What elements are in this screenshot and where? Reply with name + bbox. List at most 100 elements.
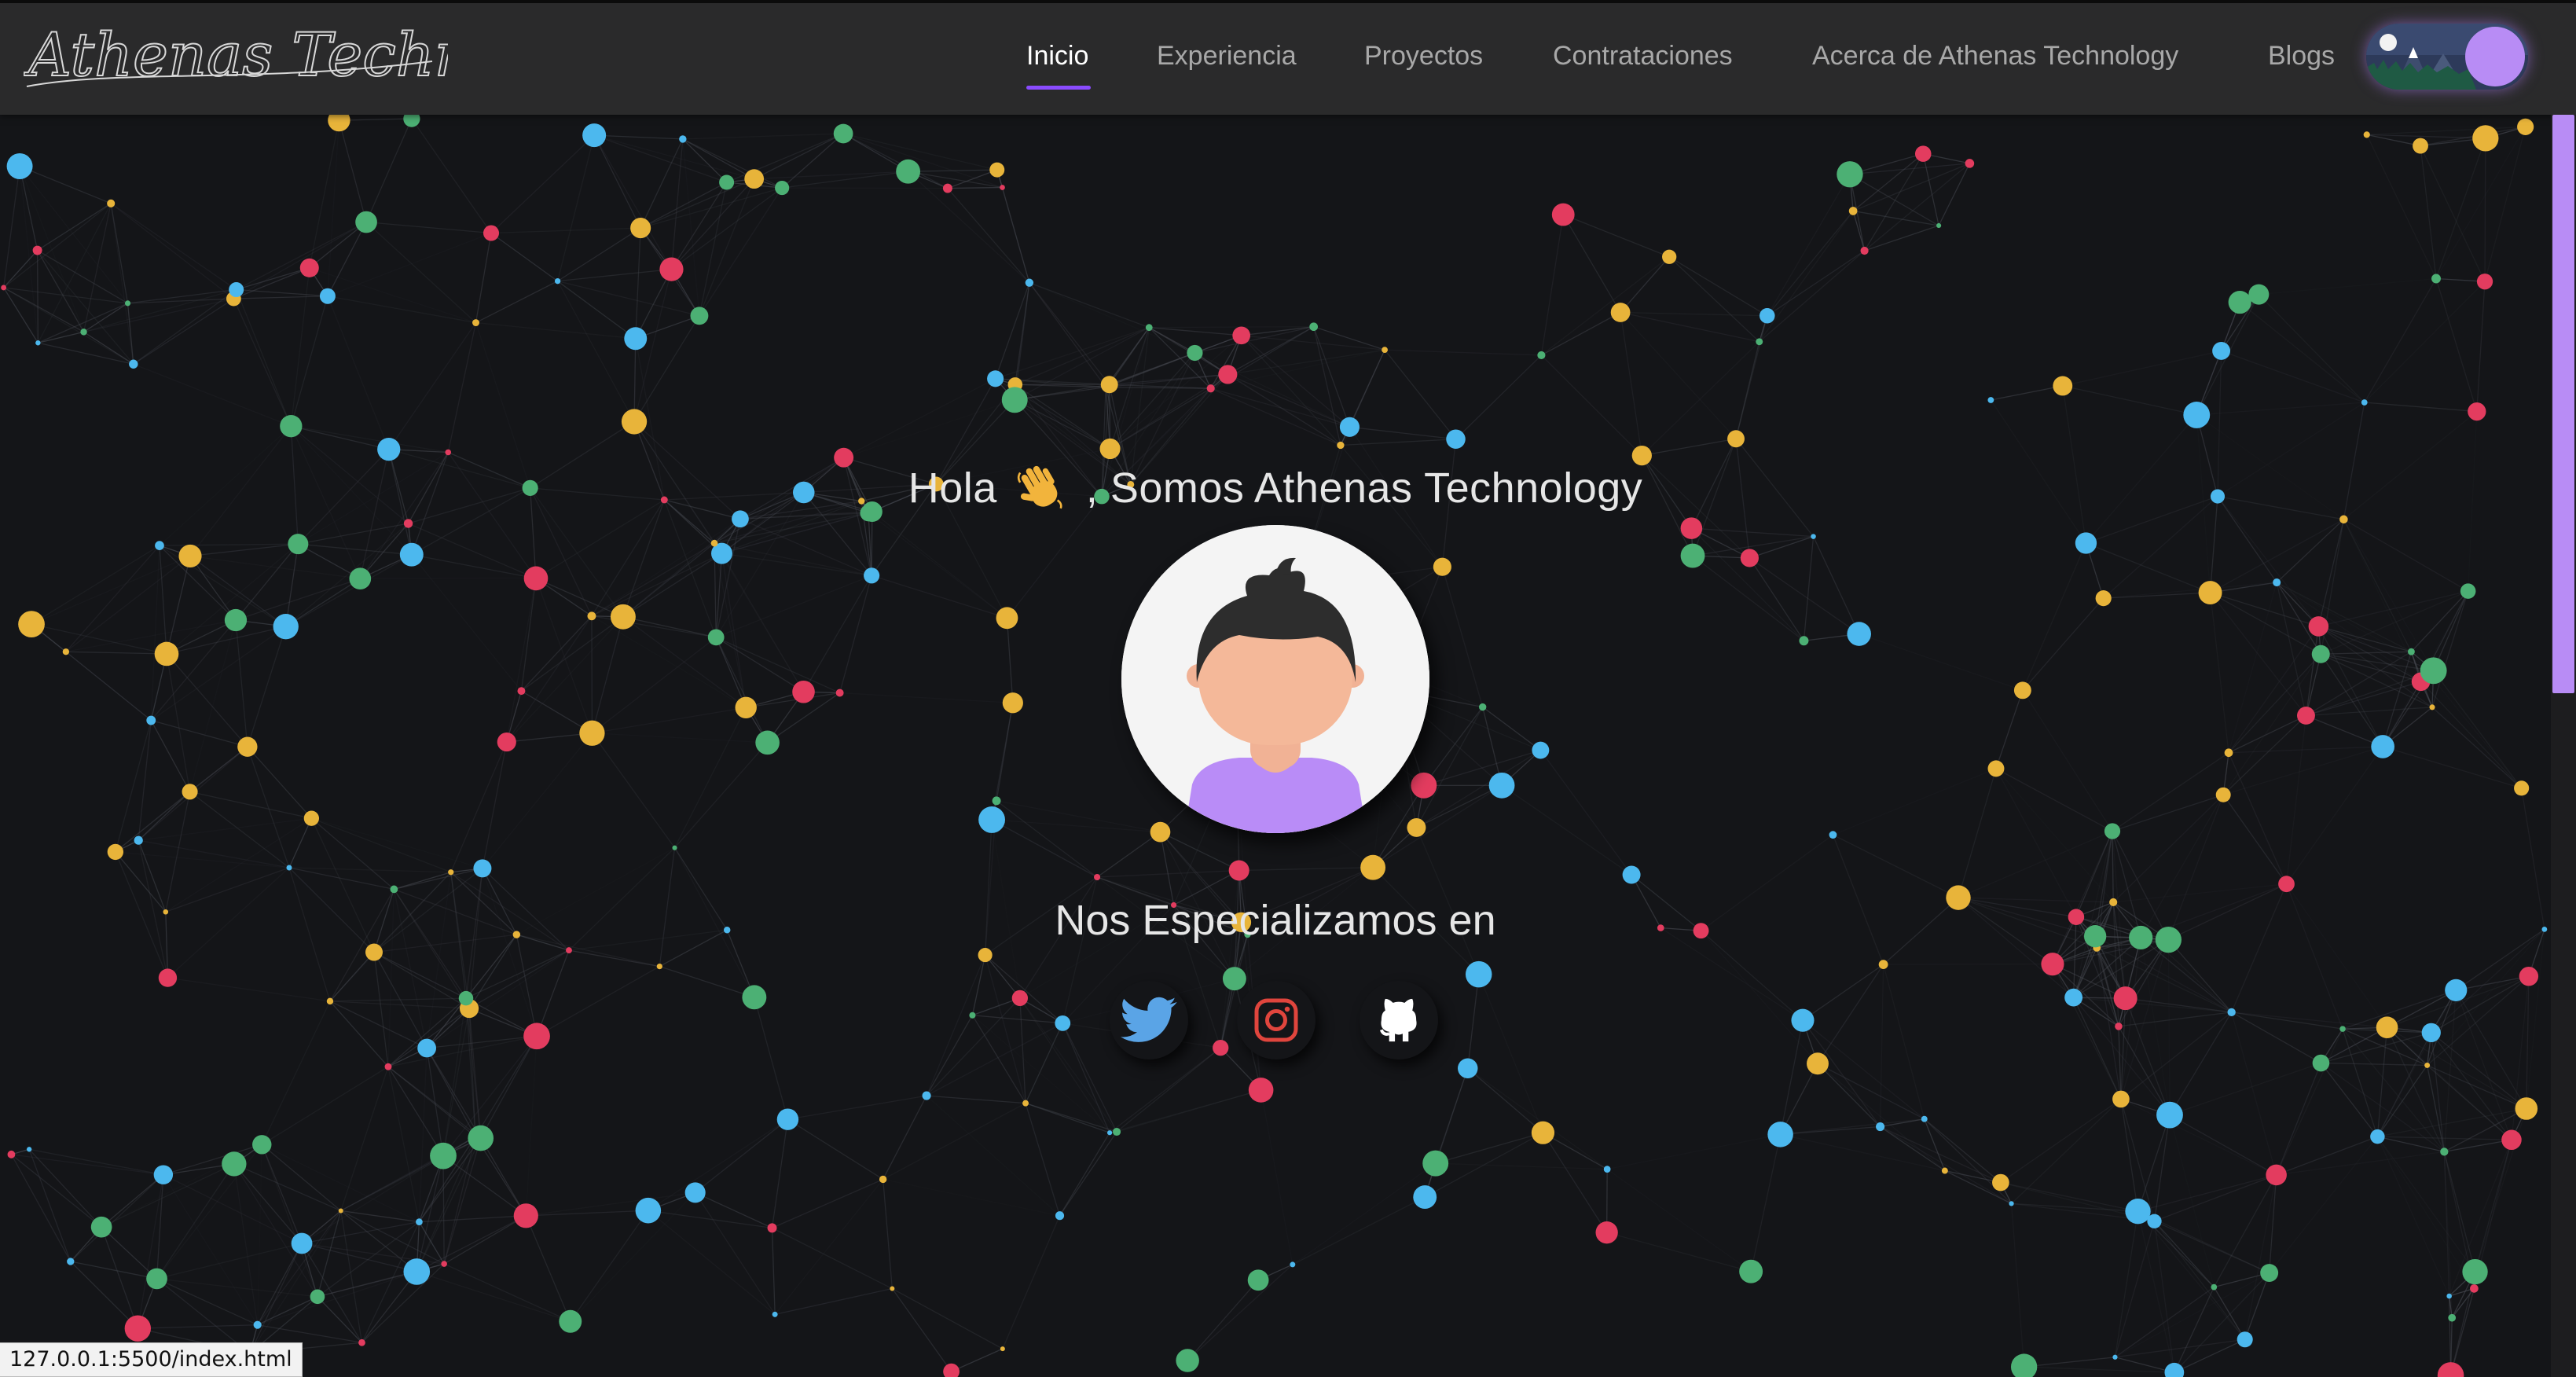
network-link: [520, 578, 537, 692]
network-link: [1606, 1169, 1752, 1272]
nav-item-experiencia[interactable]: Experiencia: [1157, 41, 1297, 72]
network-node: [286, 865, 292, 871]
network-link: [1958, 768, 1997, 898]
network-link: [115, 720, 152, 853]
network-node: [2273, 578, 2281, 587]
network-node: [2468, 402, 2486, 421]
network-node: [1000, 185, 1005, 190]
network-node: [1339, 417, 1360, 437]
network-node: [735, 696, 757, 718]
network-link: [1096, 832, 1161, 878]
network-node: [792, 680, 815, 703]
network-node: [624, 327, 648, 351]
network-link: [468, 949, 570, 1009]
network-node: [448, 869, 454, 876]
network-node: [672, 845, 677, 850]
theme-toggle[interactable]: [2366, 24, 2528, 90]
network-node: [1791, 1008, 1815, 1032]
nav-item-proyectos[interactable]: Proyectos: [1364, 41, 1483, 72]
network-link: [1062, 1023, 1110, 1133]
network-link: [416, 1271, 571, 1322]
network-link: [1435, 1132, 1543, 1164]
network-node: [2515, 1097, 2538, 1120]
network-node: [2446, 1293, 2452, 1299]
network-node: [430, 1142, 457, 1170]
network-node: [1407, 817, 1426, 837]
network-node: [153, 1165, 174, 1184]
network-link: [1441, 567, 1484, 707]
network-link: [592, 733, 768, 744]
network-link: [166, 653, 248, 747]
network-link: [2221, 350, 2365, 403]
network-link: [373, 952, 389, 1067]
network-link: [327, 232, 492, 297]
network-link: [772, 1178, 883, 1228]
network-node: [1248, 1078, 1274, 1103]
network-node: [2113, 986, 2137, 1011]
network-link: [329, 1001, 427, 1049]
network-link: [995, 282, 1030, 380]
network-link: [65, 555, 191, 652]
network-node: [1727, 430, 1745, 448]
network-node: [1914, 145, 1932, 162]
network-link: [557, 281, 700, 317]
network-link: [1455, 354, 1542, 440]
network-link: [2167, 939, 2233, 1013]
network-node: [252, 1135, 272, 1155]
network-link: [2276, 582, 2307, 716]
network-link: [1767, 250, 1865, 317]
network-link: [1817, 1063, 1925, 1120]
network-node: [2278, 876, 2295, 893]
network-node: [62, 648, 70, 655]
network-link: [3, 203, 112, 288]
network-link: [1692, 555, 1804, 641]
network-link: [1478, 974, 1544, 1133]
scrollbar-thumb[interactable]: [2552, 115, 2574, 693]
nav-item-contrataciones[interactable]: Contrataciones: [1553, 41, 1733, 72]
network-link: [843, 399, 1015, 458]
network-node: [26, 1147, 32, 1152]
network-link: [2317, 626, 2383, 747]
network-node: [996, 607, 1018, 630]
network-node: [943, 1363, 960, 1377]
network-node: [273, 613, 299, 640]
network-link: [1749, 557, 1804, 641]
instagram-link[interactable]: [1237, 981, 1316, 1059]
network-link: [1750, 1134, 1782, 1272]
nav-item-acerca[interactable]: Acerca de Athenas Technology: [1812, 41, 2178, 72]
github-link[interactable]: [1360, 981, 1438, 1059]
network-link: [2125, 997, 2171, 1115]
network-link: [1922, 153, 1939, 226]
network-link: [1803, 536, 1815, 641]
network-node: [2112, 1090, 2130, 1108]
network-link: [11, 1154, 102, 1228]
network-link: [1880, 1125, 1946, 1172]
instagram-icon: [1254, 998, 1298, 1042]
network-link: [1541, 256, 1670, 356]
network-link: [771, 1119, 789, 1228]
network-link: [2022, 597, 2104, 691]
network-node: [1213, 1039, 1229, 1056]
network-link: [2011, 1098, 2122, 1204]
nav-item-blogs[interactable]: Blogs: [2268, 41, 2335, 72]
network-node: [1878, 960, 1888, 970]
network-node: [154, 641, 179, 666]
twitter-link[interactable]: [1110, 981, 1188, 1059]
network-link: [1779, 1020, 1804, 1135]
network-link: [1540, 354, 1642, 457]
network-link: [189, 543, 299, 557]
nav-item-inicio[interactable]: Inicio: [1026, 41, 1088, 72]
network-node: [1756, 338, 1763, 346]
network-node: [2198, 581, 2222, 605]
waving-hand-icon: [1018, 465, 1062, 509]
network-node: [1025, 278, 1034, 287]
network-link: [695, 1118, 788, 1193]
network-link: [1423, 749, 1541, 786]
network-node: [1000, 1346, 1005, 1352]
network-link: [1539, 750, 1632, 876]
network-link: [2231, 1012, 2343, 1030]
network-link: [2210, 592, 2306, 716]
network-node: [679, 135, 687, 143]
network-node: [579, 720, 605, 746]
network-link: [2052, 964, 2119, 1027]
